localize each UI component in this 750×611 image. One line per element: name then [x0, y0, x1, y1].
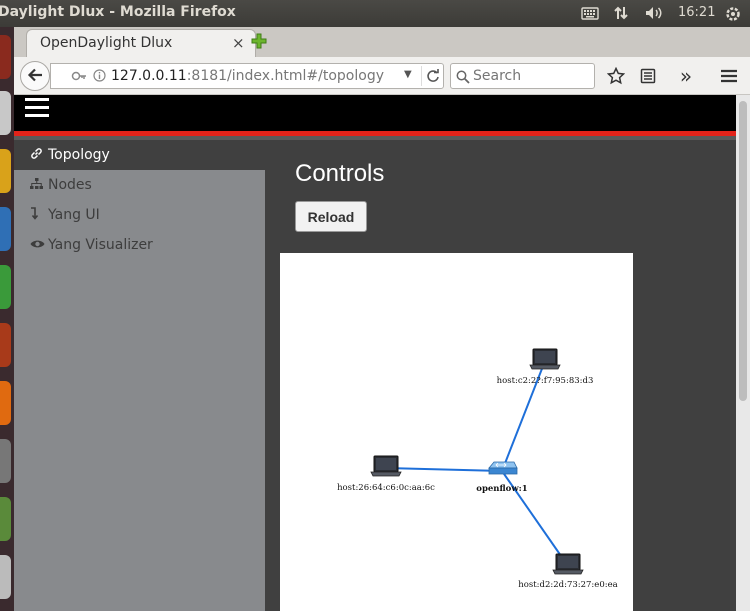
host-node[interactable]: host:d2:2d:73:27:e0:ea: [518, 553, 618, 590]
topology-canvas[interactable]: openflow:1 host:c2:2?:f7:95:83:d3 host:26:…: [280, 253, 633, 611]
menu-toggle-icon[interactable]: [25, 98, 49, 118]
node-label: host:d2:2d:73:27:e0:ea: [518, 580, 617, 590]
tab-opendaylight[interactable]: OpenDaylight Dlux ×: [26, 29, 256, 57]
search-icon: [456, 69, 470, 88]
reader-list-icon[interactable]: [637, 65, 659, 87]
back-icon: [27, 67, 43, 86]
overflow-icon[interactable]: »: [675, 64, 697, 88]
switch-node[interactable]: openflow:1: [476, 461, 528, 494]
sidebar: Topology Nodes Yang UI Yang Visualizer: [14, 140, 265, 611]
clock[interactable]: 16:21: [678, 5, 715, 20]
page-viewport: Topology Nodes Yang UI Yang Visualizer C…: [14, 95, 736, 611]
sidebar-item-label: Nodes: [48, 177, 92, 193]
new-tab-icon[interactable]: [250, 32, 268, 50]
host-node[interactable]: host:c2:2?:f7:95:83:d3: [497, 348, 594, 386]
launcher-app-icon[interactable]: [0, 439, 11, 483]
search-bar[interactable]: [450, 63, 595, 89]
identity-icon[interactable]: [71, 69, 87, 86]
url-text[interactable]: 127.0.0.11:8181/index.html#/topology: [111, 68, 384, 84]
node-label: host:26:64:c6:0c:aa:6c: [337, 483, 435, 493]
power-gear-icon[interactable]: [725, 6, 741, 22]
sidebar-item-topology[interactable]: Topology: [14, 140, 265, 170]
launcher-app-icon[interactable]: [0, 381, 11, 425]
launcher-app-icon[interactable]: [0, 323, 11, 367]
desktop: { "os": { "window_title": "Daylight Dlux…: [0, 0, 750, 611]
topology-graph[interactable]: openflow:1 host:c2:2?:f7:95:83:d3 host:26:…: [280, 253, 633, 611]
search-input[interactable]: [473, 66, 591, 86]
bookmark-star-icon[interactable]: [605, 65, 627, 87]
launcher-app-icon[interactable]: [0, 207, 11, 251]
sidebar-item-yang-visualizer[interactable]: Yang Visualizer: [14, 230, 265, 260]
sitemap-icon: [30, 177, 46, 193]
node-label: host:c2:2?:f7:95:83:d3: [497, 376, 594, 386]
tab-title: OpenDaylight Dlux: [40, 35, 173, 51]
reload-icon[interactable]: [421, 66, 443, 86]
network-arrows-icon[interactable]: [611, 3, 631, 23]
sidebar-item-label: Yang Visualizer: [48, 237, 153, 253]
launcher-app-icon[interactable]: [0, 555, 11, 599]
sidebar-item-label: Yang UI: [48, 207, 100, 223]
level-down-icon: [30, 207, 46, 223]
sidebar-item-label: Topology: [48, 147, 110, 163]
sidebar-item-yang-ui[interactable]: Yang UI: [14, 200, 265, 230]
info-icon[interactable]: [93, 69, 106, 85]
launcher-app-icon[interactable]: [0, 35, 11, 79]
dropdown-icon[interactable]: ▼: [404, 69, 412, 80]
back-button[interactable]: [20, 61, 50, 91]
page-scrollbar[interactable]: [736, 95, 750, 611]
launcher-app-icon[interactable]: [0, 265, 11, 309]
nav-bar: 127.0.0.11:8181/index.html#/topology ▼ S…: [14, 57, 750, 95]
sidebar-item-nodes[interactable]: Nodes: [14, 170, 265, 200]
launcher-app-icon[interactable]: [0, 91, 11, 135]
launcher-app-icon[interactable]: [0, 497, 11, 541]
launcher: [0, 27, 14, 611]
volume-icon[interactable]: [643, 3, 665, 23]
topology-link: [385, 467, 503, 472]
close-tab-icon[interactable]: ×: [232, 34, 245, 52]
node-label: openflow:1: [476, 484, 528, 494]
eye-icon: [30, 239, 46, 252]
tab-bar: OpenDaylight Dlux ×: [14, 27, 750, 57]
window-title: Daylight Dlux - Mozilla Firefox: [0, 4, 236, 20]
url-bar[interactable]: 127.0.0.11:8181/index.html#/topology ▼: [50, 63, 444, 89]
reload-button[interactable]: Reload: [295, 201, 367, 232]
firefox-window: OpenDaylight Dlux × 127.0.0.11:8181/inde…: [14, 27, 750, 611]
scrollbar-thumb[interactable]: [739, 101, 747, 401]
launcher-app-icon[interactable]: [0, 149, 11, 193]
hamburger-menu-icon[interactable]: [718, 65, 740, 87]
host-node[interactable]: host:26:64:c6:0c:aa:6c: [337, 455, 435, 493]
link-icon: [30, 147, 46, 163]
app-header: [14, 95, 736, 131]
keyboard-icon[interactable]: [580, 3, 600, 23]
os-top-panel: Daylight Dlux - Mozilla Firefox 16:21: [0, 0, 750, 27]
controls-heading: Controls: [295, 160, 385, 187]
